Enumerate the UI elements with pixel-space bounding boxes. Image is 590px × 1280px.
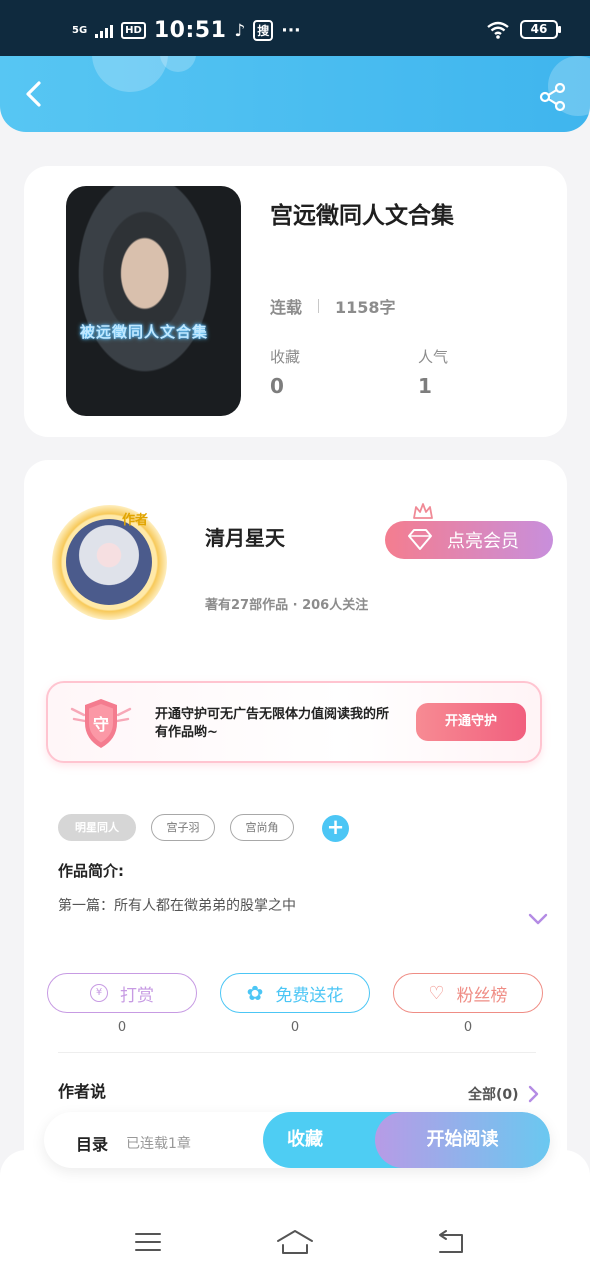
chevron-right-icon [528,1085,538,1103]
shield-icon: 守 [70,699,132,748]
user-heart-icon: ♡ [428,982,445,1004]
author-avatar[interactable]: 作者 [52,505,167,620]
chapter-status: 已连载1章 [126,1136,191,1152]
send-flower-label: 免费送花 [275,985,344,1006]
word-count: 1158字 [335,298,396,317]
intro-text: 第一篇：所有人都在徵弟弟的股掌之中 [58,898,296,914]
flower-count: 0 [290,1020,300,1035]
toc-button[interactable]: 目录 [76,1131,108,1155]
tag-item[interactable]: 宫尚角 [230,814,294,841]
more-indicator: ··· [281,20,301,41]
vip-button[interactable]: 点亮会员 [385,521,553,559]
wifi-icon [487,21,509,39]
avatar-image [66,519,152,605]
vip-button-label: 点亮会员 [447,531,519,552]
back-button[interactable] [18,78,50,110]
book-info-card: 被远徵同人文合集 宫远徵同人文合集 连载 1158字 收藏 0 人气 1 [24,166,567,437]
diamond-icon [408,529,432,550]
search-app-icon: 搜 [253,20,274,41]
hd-badge: HD [121,22,146,39]
flower-icon: ✿ [246,981,264,1005]
signal-icon [95,24,114,38]
send-flower-button[interactable]: ✿ 免费送花 [220,973,370,1013]
network-indicator: 5G [72,24,88,36]
meta-divider [318,299,320,313]
tiktok-icon: ♪ [234,20,246,41]
bottom-sheet [0,1150,590,1280]
guard-text: 开通守护可无广告无限体力值阅读我的所有作品哟~ [155,707,390,740]
battery-indicator: 46 [520,20,561,39]
author-stats: 著有27部作品 · 206人关注 [205,598,369,613]
share-button[interactable] [538,82,568,112]
tip-count: 0 [117,1020,127,1035]
open-guard-button[interactable]: 开通守护 [416,703,526,741]
crown-icon [413,503,433,519]
divider [58,1052,536,1053]
start-reading-button[interactable]: 开始阅读 [375,1112,550,1168]
author-name[interactable]: 清月星天 [205,522,285,551]
fan-ranking-label: 粉丝榜 [456,985,508,1006]
fan-ranking-button[interactable]: ♡ 粉丝榜 [393,973,543,1013]
view-all-link[interactable]: 全部(0) [468,1084,539,1104]
shield-glyph: 守 [93,715,109,734]
favorites-count: 0 [270,374,284,398]
popularity-count: 1 [418,374,432,398]
book-meta: 连载 1158字 [270,294,396,318]
fan-count: 0 [463,1020,473,1035]
author-card: 作者 清月星天 著有27部作品 · 206人关注 点亮会员 守 开通守护可无广告… [24,460,567,1180]
tip-label: 打赏 [120,985,154,1006]
back-icon[interactable] [434,1230,466,1256]
tag-item[interactable]: 明星同人 [58,814,136,841]
book-cover[interactable]: 被远徵同人文合集 [66,186,241,416]
favorites-label: 收藏 [270,348,301,366]
popularity-label: 人气 [418,348,449,366]
cover-caption: 被远徵同人文合集 [80,323,209,341]
author-says-heading: 作者说 [58,1082,107,1101]
serial-status: 连载 [270,298,303,317]
home-icon[interactable] [275,1228,315,1256]
status-bar: 5G HD 10:51 ♪ 搜 ··· 46 [0,0,590,56]
header-bar [0,56,590,132]
intro-heading: 作品简介: [58,862,124,880]
tag-item[interactable]: 宫子羽 [151,814,215,841]
bottom-action-bar: 目录 已连载1章 收藏 开始阅读 [44,1112,550,1168]
book-title: 宫远徵同人文合集 [270,203,454,229]
menu-icon[interactable] [134,1230,162,1254]
author-badge: 作者 [122,513,149,528]
guard-banner: 守 开通守护可无广告无限体力值阅读我的所有作品哟~ 开通守护 [46,681,542,763]
clock: 10:51 [153,18,227,43]
chevron-down-icon[interactable] [527,911,549,927]
coin-icon: ¥ [90,984,108,1002]
view-all-label: 全部(0) [468,1087,519,1103]
add-tag-button[interactable]: + [322,815,349,842]
tip-button[interactable]: ¥ 打赏 [47,973,197,1013]
